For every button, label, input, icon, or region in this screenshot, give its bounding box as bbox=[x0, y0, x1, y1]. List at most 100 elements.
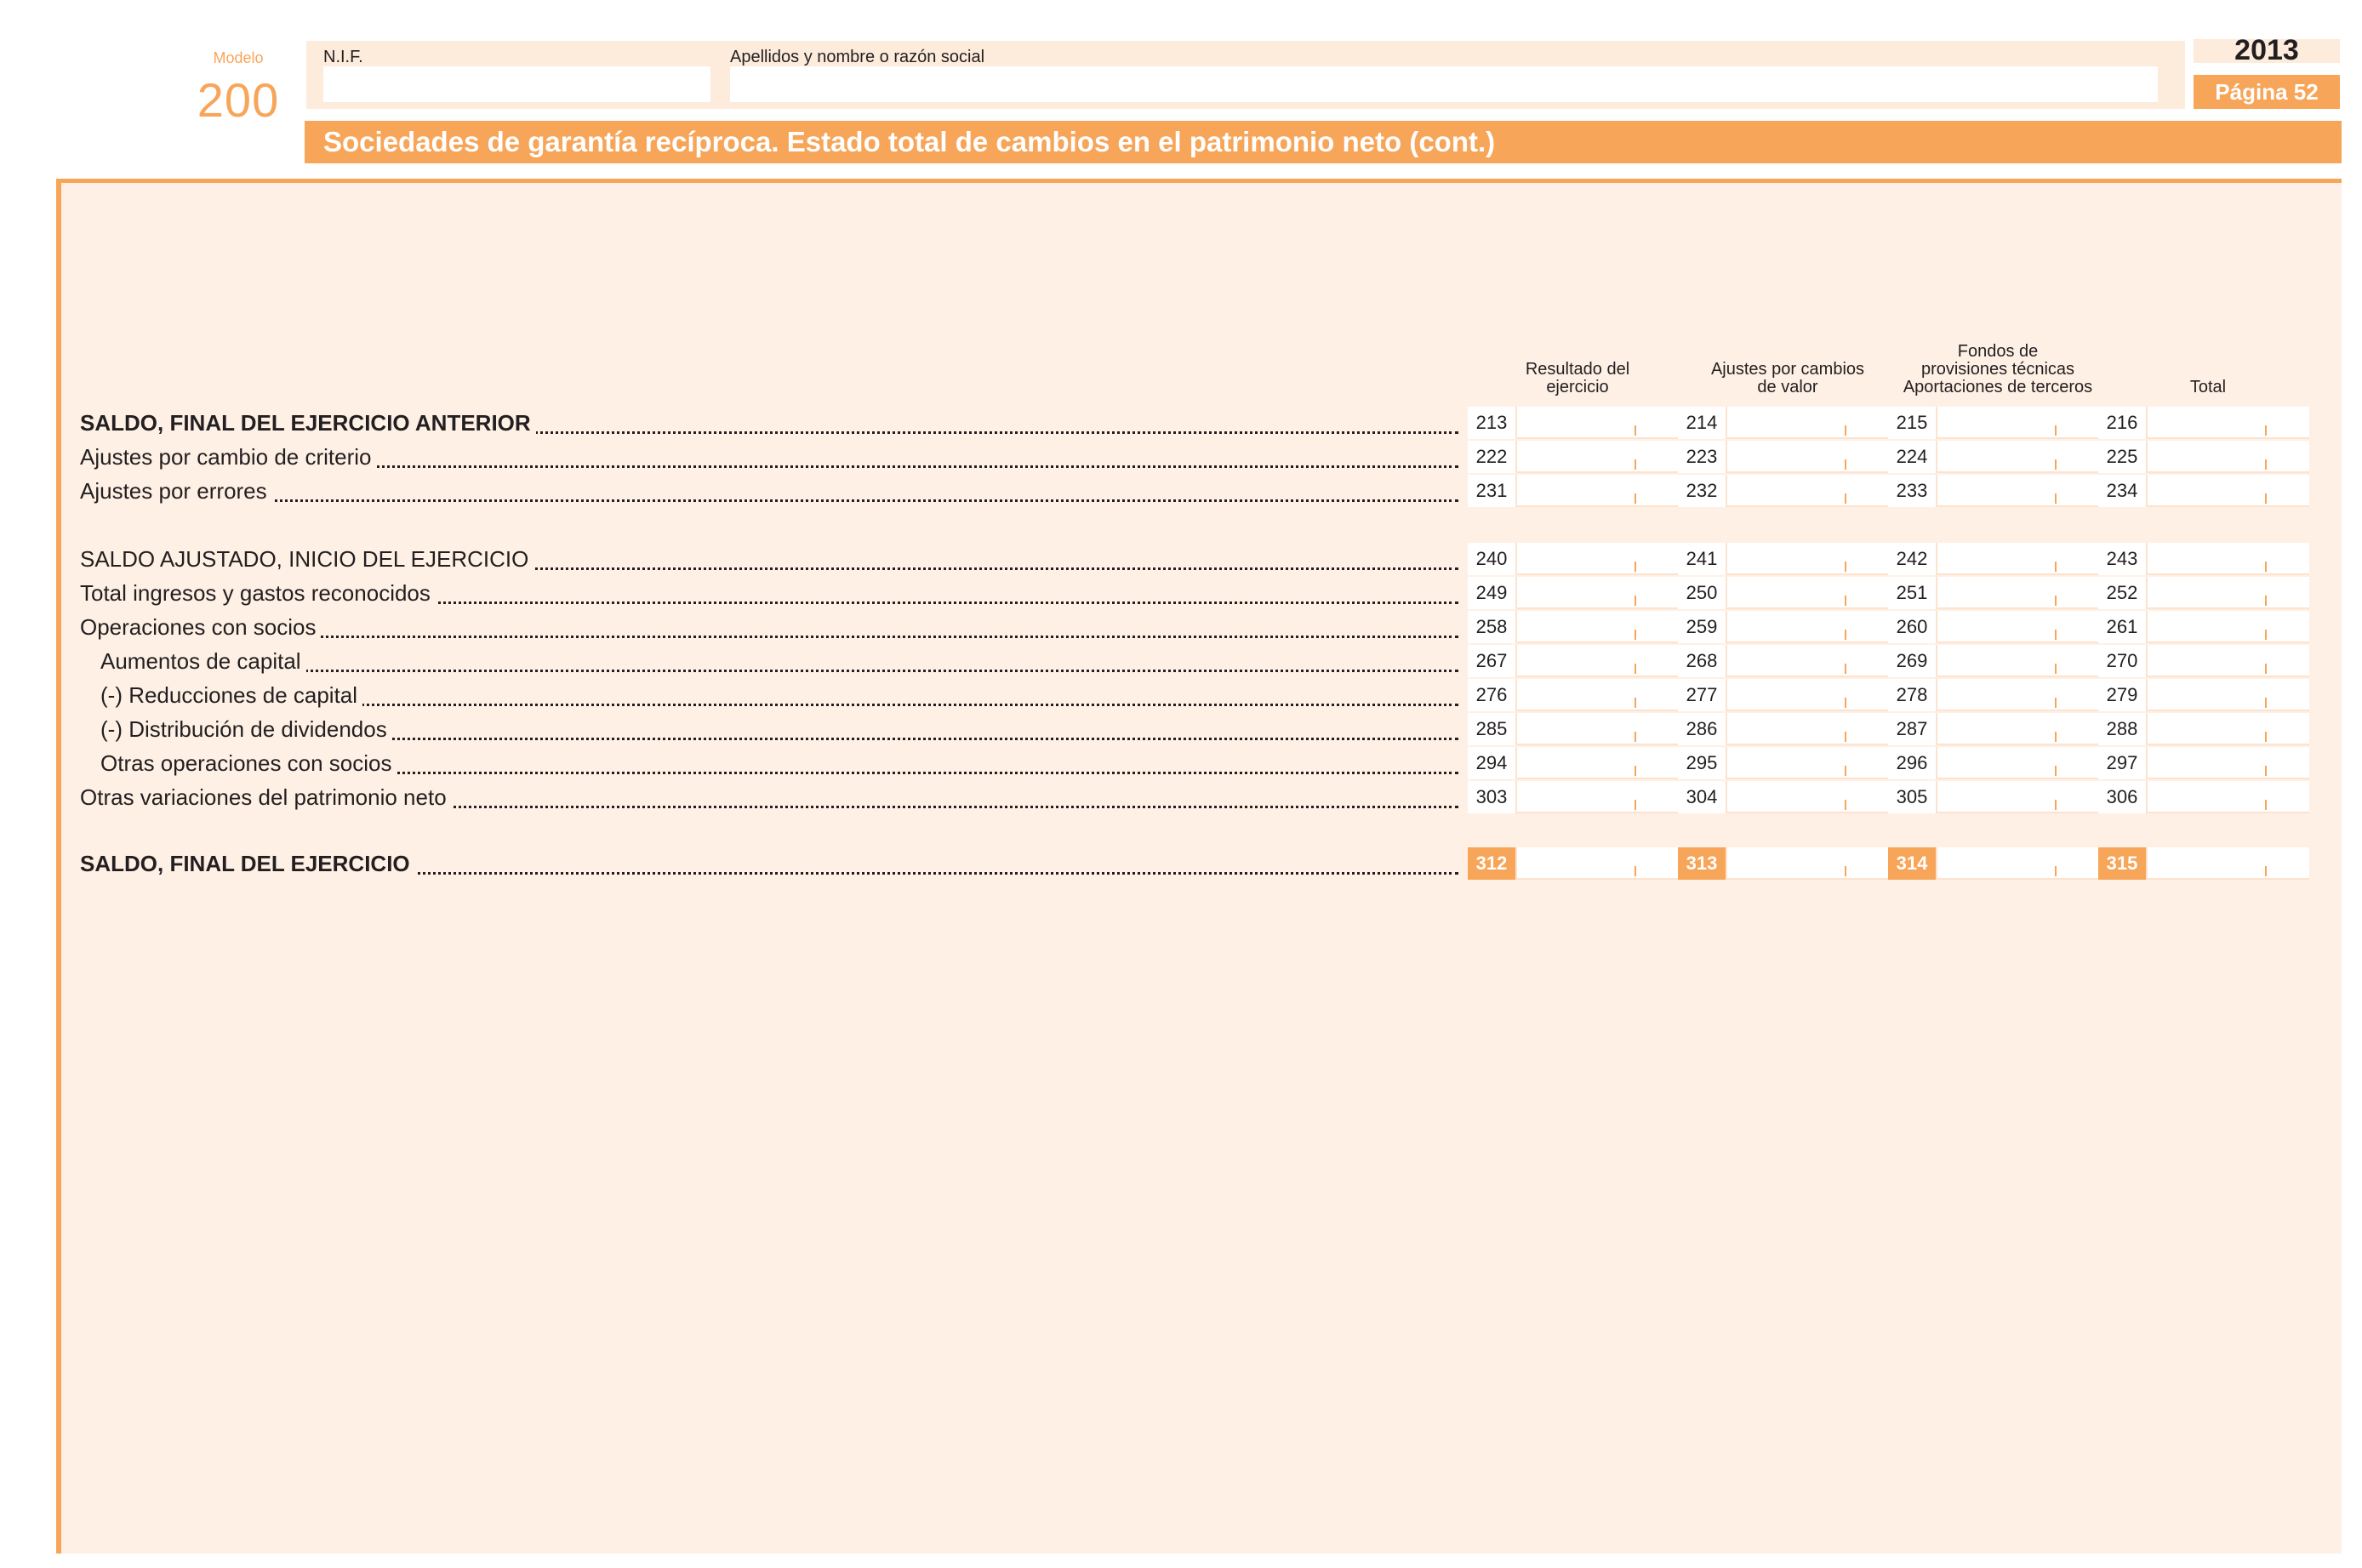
amount-cell[interactable]: 249 bbox=[1468, 577, 1679, 609]
amount-cell[interactable]: 276 bbox=[1468, 679, 1679, 711]
amount-cell[interactable]: 242 bbox=[1888, 543, 2099, 575]
amount-input[interactable] bbox=[2149, 679, 2306, 711]
amount-cell[interactable]: 214 bbox=[1678, 407, 1889, 439]
nif-field[interactable] bbox=[323, 66, 710, 102]
amount-input[interactable] bbox=[1729, 407, 1886, 439]
amount-cell[interactable]: 285 bbox=[1468, 713, 1679, 745]
amount-cell[interactable]: 306 bbox=[2098, 781, 2309, 813]
amount-cell[interactable]: 243 bbox=[2098, 543, 2309, 575]
amount-cell[interactable]: 312 bbox=[1468, 847, 1679, 880]
amount-input[interactable] bbox=[2149, 407, 2306, 439]
amount-cell[interactable]: 225 bbox=[2098, 441, 2309, 473]
amount-input[interactable] bbox=[1519, 847, 1675, 880]
amount-cell[interactable]: 268 bbox=[1678, 645, 1889, 677]
amount-cell[interactable]: 213 bbox=[1468, 407, 1679, 439]
amount-input[interactable] bbox=[1519, 611, 1675, 643]
amount-cell[interactable]: 261 bbox=[2098, 611, 2309, 643]
amount-input[interactable] bbox=[1729, 847, 1886, 880]
amount-cell[interactable]: 224 bbox=[1888, 441, 2099, 473]
amount-cell[interactable]: 297 bbox=[2098, 747, 2309, 779]
amount-cell[interactable]: 258 bbox=[1468, 611, 1679, 643]
amount-input[interactable] bbox=[1729, 611, 1886, 643]
amount-input[interactable] bbox=[1939, 747, 2096, 779]
amount-input[interactable] bbox=[1729, 679, 1886, 711]
amount-input[interactable] bbox=[2149, 747, 2306, 779]
amount-cell[interactable]: 223 bbox=[1678, 441, 1889, 473]
amount-cell[interactable]: 222 bbox=[1468, 441, 1679, 473]
amount-cell[interactable]: 279 bbox=[2098, 679, 2309, 711]
amount-cell[interactable]: 287 bbox=[1888, 713, 2099, 745]
amount-input[interactable] bbox=[1939, 475, 2096, 507]
amount-input[interactable] bbox=[2149, 577, 2306, 609]
amount-cell[interactable]: 304 bbox=[1678, 781, 1889, 813]
amount-input[interactable] bbox=[1519, 475, 1675, 507]
amount-input[interactable] bbox=[1519, 679, 1675, 711]
amount-input[interactable] bbox=[1729, 713, 1886, 745]
amount-cell[interactable]: 234 bbox=[2098, 475, 2309, 507]
amount-cell[interactable]: 296 bbox=[1888, 747, 2099, 779]
amount-input[interactable] bbox=[1939, 847, 2096, 880]
amount-input[interactable] bbox=[1519, 645, 1675, 677]
amount-input[interactable] bbox=[1939, 441, 2096, 473]
amount-input[interactable] bbox=[1939, 645, 2096, 677]
amount-cell[interactable]: 269 bbox=[1888, 645, 2099, 677]
amount-cell[interactable]: 286 bbox=[1678, 713, 1889, 745]
amount-cell[interactable]: 315 bbox=[2098, 847, 2309, 880]
amount-cell[interactable]: 278 bbox=[1888, 679, 2099, 711]
amount-input[interactable] bbox=[1729, 747, 1886, 779]
amount-cell[interactable]: 216 bbox=[2098, 407, 2309, 439]
amount-input[interactable] bbox=[1729, 781, 1886, 813]
amount-input[interactable] bbox=[1729, 475, 1886, 507]
amount-input[interactable] bbox=[1939, 611, 2096, 643]
decimal-separator-mark bbox=[1635, 630, 1636, 640]
amount-cell[interactable]: 294 bbox=[1468, 747, 1679, 779]
amount-cell[interactable]: 240 bbox=[1468, 543, 1679, 575]
amount-input[interactable] bbox=[2149, 475, 2306, 507]
amount-input[interactable] bbox=[2149, 781, 2306, 813]
box-code: 231 bbox=[1468, 475, 1517, 507]
amount-input[interactable] bbox=[2149, 441, 2306, 473]
amount-cell[interactable]: 303 bbox=[1468, 781, 1679, 813]
amount-cell[interactable]: 267 bbox=[1468, 645, 1679, 677]
amount-cell[interactable]: 313 bbox=[1678, 847, 1889, 880]
amount-input[interactable] bbox=[2149, 847, 2306, 880]
amount-input[interactable] bbox=[1939, 407, 2096, 439]
amount-input[interactable] bbox=[2149, 543, 2306, 575]
name-field[interactable] bbox=[730, 66, 2158, 102]
amount-input[interactable] bbox=[1519, 577, 1675, 609]
amount-input[interactable] bbox=[1519, 407, 1675, 439]
amount-cell[interactable]: 231 bbox=[1468, 475, 1679, 507]
amount-input[interactable] bbox=[1519, 713, 1675, 745]
amount-input[interactable] bbox=[1519, 441, 1675, 473]
amount-cell[interactable]: 250 bbox=[1678, 577, 1889, 609]
amount-input[interactable] bbox=[2149, 611, 2306, 643]
amount-cell[interactable]: 232 bbox=[1678, 475, 1889, 507]
amount-cell[interactable]: 252 bbox=[2098, 577, 2309, 609]
amount-cell[interactable]: 259 bbox=[1678, 611, 1889, 643]
amount-cell[interactable]: 241 bbox=[1678, 543, 1889, 575]
amount-input[interactable] bbox=[1939, 543, 2096, 575]
amount-cell[interactable]: 270 bbox=[2098, 645, 2309, 677]
amount-cell[interactable]: 288 bbox=[2098, 713, 2309, 745]
amount-input[interactable] bbox=[1939, 577, 2096, 609]
amount-cell[interactable]: 215 bbox=[1888, 407, 2099, 439]
amount-input[interactable] bbox=[2149, 645, 2306, 677]
amount-input[interactable] bbox=[1519, 543, 1675, 575]
amount-input[interactable] bbox=[1729, 645, 1886, 677]
amount-input[interactable] bbox=[1939, 679, 2096, 711]
amount-input[interactable] bbox=[1729, 577, 1886, 609]
amount-cell[interactable]: 277 bbox=[1678, 679, 1889, 711]
amount-cell[interactable]: 233 bbox=[1888, 475, 2099, 507]
amount-input[interactable] bbox=[1729, 441, 1886, 473]
amount-cell[interactable]: 314 bbox=[1888, 847, 2099, 880]
amount-input[interactable] bbox=[1519, 781, 1675, 813]
amount-input[interactable] bbox=[1519, 747, 1675, 779]
amount-input[interactable] bbox=[1729, 543, 1886, 575]
amount-input[interactable] bbox=[2149, 713, 2306, 745]
amount-input[interactable] bbox=[1939, 781, 2096, 813]
amount-cell[interactable]: 305 bbox=[1888, 781, 2099, 813]
amount-cell[interactable]: 295 bbox=[1678, 747, 1889, 779]
amount-input[interactable] bbox=[1939, 713, 2096, 745]
amount-cell[interactable]: 251 bbox=[1888, 577, 2099, 609]
amount-cell[interactable]: 260 bbox=[1888, 611, 2099, 643]
